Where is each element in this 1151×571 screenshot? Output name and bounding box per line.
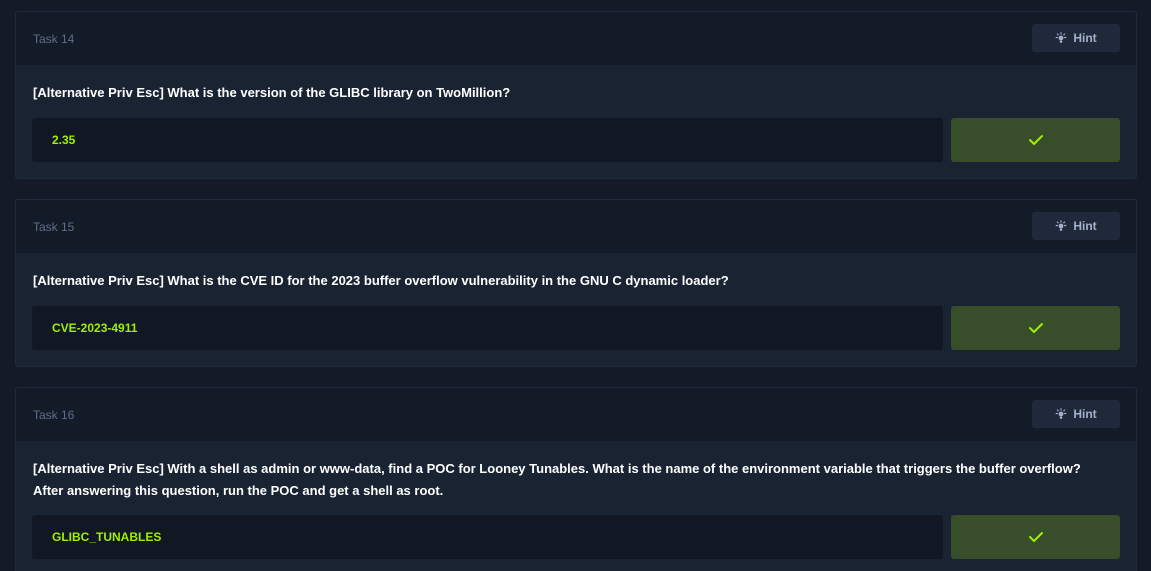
task-card-14: Task 14 Hint [Alternative Priv Esc] What…: [15, 11, 1137, 179]
task-label: Task 14: [33, 32, 75, 46]
submit-button[interactable]: [951, 118, 1120, 162]
answer-input[interactable]: 2.35: [32, 118, 943, 162]
hint-button[interactable]: Hint: [1032, 24, 1120, 52]
task-card-15: Task 15 Hint [Alternative Priv Esc] What…: [15, 199, 1137, 367]
checkmark-icon: [1028, 532, 1043, 542]
question-text: [Alternative Priv Esc] What is the CVE I…: [33, 273, 729, 288]
answer-input[interactable]: GLIBC_TUNABLES: [32, 515, 943, 559]
hint-label: Hint: [1073, 407, 1097, 421]
task-card-16: Task 16 Hint [Alternative Priv Esc] With…: [15, 387, 1137, 571]
lightbulb-icon: [1055, 32, 1067, 43]
question-text: [Alternative Priv Esc] What is the versi…: [33, 85, 511, 100]
submit-button[interactable]: [951, 515, 1120, 559]
hint-button[interactable]: Hint: [1032, 212, 1120, 240]
answer-input[interactable]: CVE-2023-4911: [32, 306, 943, 350]
task-header: Task 14 Hint: [16, 12, 1136, 65]
task-label: Task 16: [33, 408, 75, 422]
checkmark-icon: [1028, 135, 1043, 145]
checkmark-icon: [1028, 323, 1043, 333]
hint-button[interactable]: Hint: [1032, 400, 1120, 428]
hint-label: Hint: [1073, 31, 1097, 45]
hint-label: Hint: [1073, 219, 1097, 233]
submit-button[interactable]: [951, 306, 1120, 350]
lightbulb-icon: [1055, 408, 1067, 419]
task-header: Task 16 Hint: [16, 388, 1136, 441]
task-list: Task 14 Hint [Alternative Priv Esc] What…: [0, 0, 1151, 571]
question-text: [Alternative Priv Esc] With a shell as a…: [33, 461, 1081, 498]
lightbulb-icon: [1055, 220, 1067, 231]
task-label: Task 15: [33, 220, 75, 234]
task-header: Task 15 Hint: [16, 200, 1136, 253]
